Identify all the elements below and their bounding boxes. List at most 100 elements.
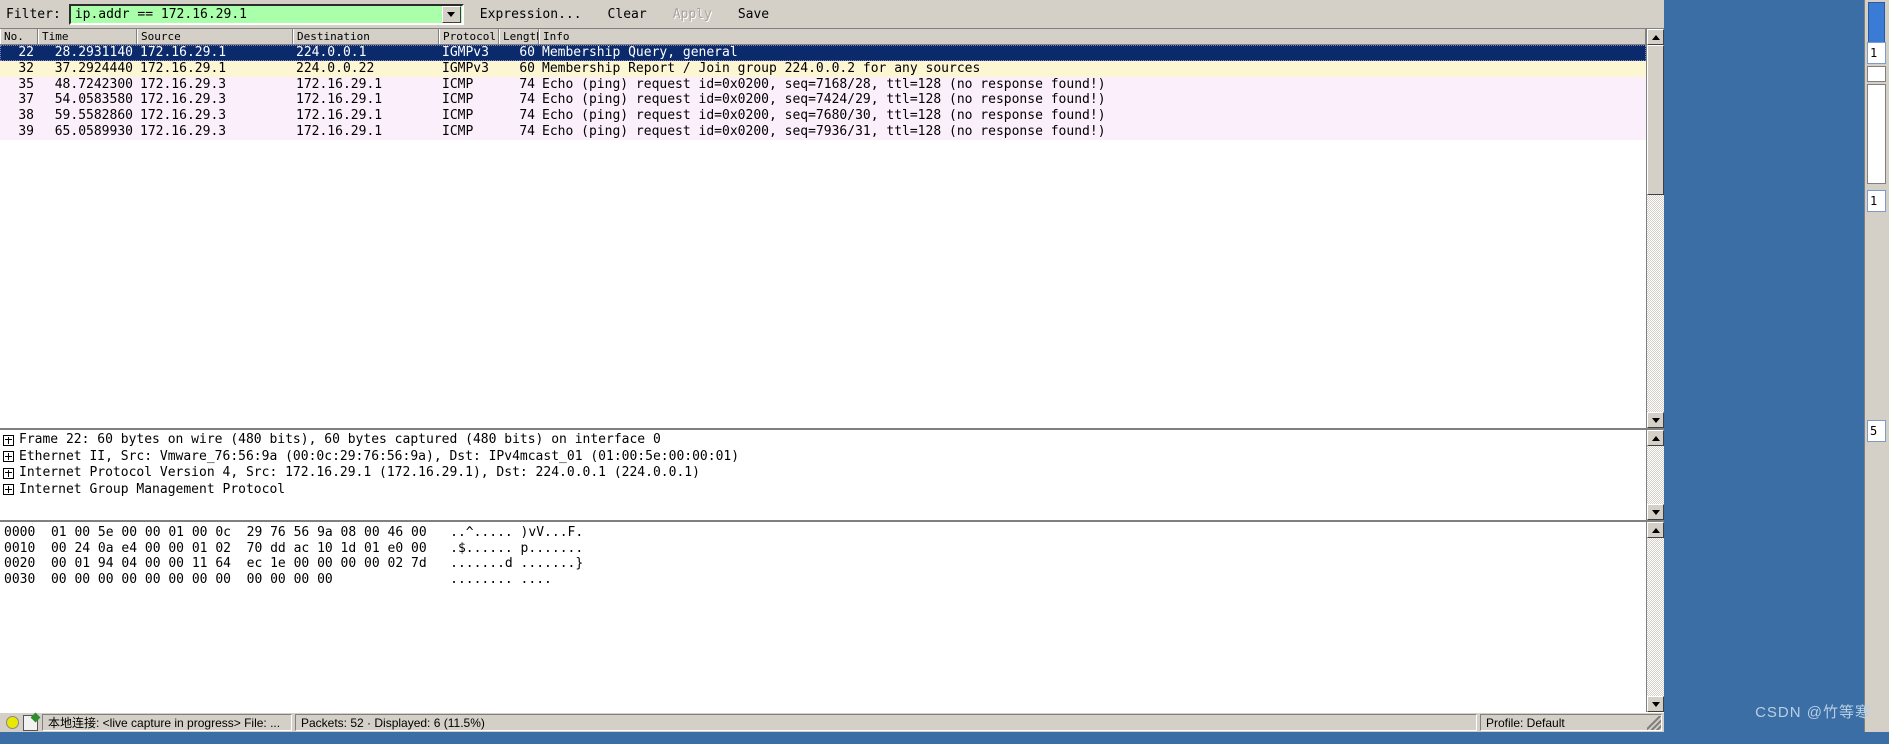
cell-time: 54.0583580 <box>54 92 133 108</box>
packet-list-scrollbar[interactable] <box>1646 29 1664 428</box>
cell-source: 172.16.29.1 <box>140 60 227 76</box>
packet-bytes-scroll-track[interactable] <box>1647 538 1664 696</box>
clear-filter-button[interactable]: Clear <box>598 5 657 24</box>
table-row[interactable]: 22 28.2931140 172.16.29.1 224.0.0.1 IGMPv3 60… <box>0 45 1646 61</box>
scroll-down-icon[interactable] <box>1647 504 1664 520</box>
packet-bytes-pane: 0000 01 00 5e 00 00 01 00 0c 29 76 56 9a… <box>0 520 1664 712</box>
column-header-source[interactable]: Source <box>137 29 293 44</box>
cell-protocol: ICMP <box>442 76 474 92</box>
apply-filter-button: Apply <box>663 5 722 24</box>
packet-bytes-hexdump: 0000 01 00 5e 00 00 01 00 0c 29 76 56 9a… <box>0 522 1646 712</box>
table-row[interactable]: 38 59.5582860 172.16.29.3 172.16.29.1 ICMP 74… <box>0 108 1646 124</box>
scroll-marker-top: 1 <box>1867 42 1886 64</box>
window-scroll-segment-main[interactable] <box>1867 84 1886 184</box>
cell-source: 172.16.29.1 <box>140 45 227 60</box>
scroll-down-icon[interactable] <box>1647 696 1664 712</box>
cell-protocol: ICMP <box>442 108 474 124</box>
cell-info: Echo (ping) request id=0x0200, seq=7680/… <box>542 108 1106 124</box>
status-profile[interactable]: Profile: Default <box>1480 714 1662 731</box>
detail-tree-item-label: Ethernet II, Src: Vmware_76:56:9a (00:0c… <box>19 448 740 464</box>
table-row[interactable]: 39 65.0589930 172.16.29.3 172.16.29.1 ICMP 74… <box>0 123 1646 140</box>
cell-source: 172.16.29.3 <box>140 92 227 108</box>
status-packets: Packets: 52 · Displayed: 6 (11.5%) <box>295 714 1477 731</box>
detail-tree-item[interactable]: Frame 22: 60 bytes on wire (480 bits), 6… <box>3 432 1646 449</box>
packet-list-inner: No. Time Source Destination Protocol Len… <box>0 29 1646 428</box>
cell-destination: 172.16.29.1 <box>296 108 383 124</box>
cell-protocol: ICMP <box>442 123 474 139</box>
filter-label: Filter: <box>6 6 61 22</box>
detail-tree-item-label: Frame 22: 60 bytes on wire (480 bits), 6… <box>19 432 661 447</box>
packet-list-scroll-thumb[interactable] <box>1647 45 1664 195</box>
cell-info: Echo (ping) request id=0x0200, seq=7936/… <box>542 123 1106 139</box>
column-header-length[interactable]: Length <box>499 29 539 44</box>
cell-length: 74 <box>519 92 535 108</box>
cell-destination: 224.0.0.1 <box>296 45 367 60</box>
hexdump-line[interactable]: 0020 00 01 94 04 00 00 11 64 ec 1e 00 00… <box>4 556 1646 572</box>
expert-info-icon[interactable] <box>6 716 19 729</box>
filter-combobox[interactable] <box>68 3 464 25</box>
scroll-up-icon[interactable] <box>1647 29 1664 45</box>
detail-tree-item[interactable]: Ethernet II, Src: Vmware_76:56:9a (00:0c… <box>3 449 1646 466</box>
cell-destination: 224.0.0.22 <box>296 60 375 76</box>
expression-button[interactable]: Expression... <box>470 5 592 24</box>
expand-plus-icon[interactable] <box>3 451 14 463</box>
capture-file-properties-icon[interactable] <box>23 714 38 731</box>
packet-list-rows: 22 28.2931140 172.16.29.1 224.0.0.1 IGMPv3 60… <box>0 45 1646 428</box>
hexdump-line[interactable]: 0000 01 00 5e 00 00 01 00 0c 29 76 56 9a… <box>4 525 1646 541</box>
cell-time: 28.2931140 <box>54 45 133 60</box>
table-row[interactable]: 32 37.2924440 172.16.29.1 224.0.0.22 IGMPv3 6… <box>0 60 1646 77</box>
table-row[interactable]: 35 48.7242300 172.16.29.3 172.16.29.1 ICMP 74… <box>0 76 1646 93</box>
window-scrollbar[interactable]: 1 1 5 <box>1864 0 1889 732</box>
cell-no: 38 <box>18 108 34 124</box>
packet-details-scrollbar[interactable] <box>1646 430 1664 520</box>
table-row[interactable]: 37 54.0583580 172.16.29.3 172.16.29.1 ICMP 74… <box>0 92 1646 109</box>
column-header-protocol[interactable]: Protocol <box>439 29 499 44</box>
packet-list-pane: No. Time Source Destination Protocol Len… <box>0 28 1664 428</box>
save-filter-button[interactable]: Save <box>728 5 779 24</box>
cell-time: 59.5582860 <box>54 108 133 124</box>
wireshark-window: Filter: Expression... Clear Apply Save N… <box>0 0 1664 732</box>
cell-no: 37 <box>18 92 34 108</box>
packet-list-scroll-track[interactable] <box>1647 45 1664 412</box>
cell-no: 32 <box>18 60 34 76</box>
status-bar: 本地连接: <live capture in progress> File: .… <box>0 712 1664 732</box>
filter-input[interactable] <box>70 5 442 23</box>
cell-source: 172.16.29.3 <box>140 76 227 92</box>
cell-time: 65.0589930 <box>54 123 133 139</box>
cell-length: 74 <box>519 76 535 92</box>
cell-protocol: IGMPv3 <box>442 60 489 76</box>
column-header-no[interactable]: No. <box>0 29 38 44</box>
expand-plus-icon[interactable] <box>3 467 14 479</box>
detail-tree-item[interactable]: Internet Protocol Version 4, Src: 172.16… <box>3 465 1646 482</box>
hexdump-line[interactable]: 0010 00 24 0a e4 00 00 01 02 70 dd ac 10… <box>4 541 1646 557</box>
chevron-down-icon[interactable] <box>441 5 461 23</box>
column-header-time[interactable]: Time <box>38 29 137 44</box>
scroll-marker-middle: 1 <box>1867 190 1886 212</box>
packet-details-tree: Frame 22: 60 bytes on wire (480 bits), 6… <box>0 430 1646 520</box>
display-filter-toolbar: Filter: Expression... Clear Apply Save <box>0 0 1664 28</box>
cell-info: Echo (ping) request id=0x0200, seq=7168/… <box>542 76 1106 92</box>
cell-info: Membership Query, general <box>542 45 738 60</box>
resize-grip-icon[interactable] <box>1647 716 1661 730</box>
cell-no: 35 <box>18 76 34 92</box>
scroll-down-icon[interactable] <box>1647 412 1664 428</box>
packet-bytes-scrollbar[interactable] <box>1646 522 1664 712</box>
cell-info: Echo (ping) request id=0x0200, seq=7424/… <box>542 92 1106 108</box>
cell-protocol: IGMPv3 <box>442 45 489 60</box>
scroll-marker-bottom: 5 <box>1867 420 1886 442</box>
expand-plus-icon[interactable] <box>3 434 14 446</box>
column-header-info[interactable]: Info <box>539 29 1646 44</box>
scroll-up-icon[interactable] <box>1647 522 1664 538</box>
cell-source: 172.16.29.3 <box>140 123 227 139</box>
expand-plus-icon[interactable] <box>3 484 14 496</box>
cell-length: 74 <box>519 123 535 139</box>
status-interface[interactable]: 本地连接: <live capture in progress> File: .… <box>42 714 292 731</box>
cell-protocol: ICMP <box>442 92 474 108</box>
hexdump-line[interactable]: 0030 00 00 00 00 00 00 00 00 00 00 00 00… <box>4 572 1646 588</box>
detail-tree-item[interactable]: Internet Group Management Protocol <box>3 482 1646 499</box>
cell-length: 60 <box>519 60 535 76</box>
window-scroll-segment-upper[interactable] <box>1867 66 1886 82</box>
column-header-destination[interactable]: Destination <box>293 29 439 44</box>
packet-details-scroll-track[interactable] <box>1647 446 1664 504</box>
scroll-up-icon[interactable] <box>1647 430 1664 446</box>
